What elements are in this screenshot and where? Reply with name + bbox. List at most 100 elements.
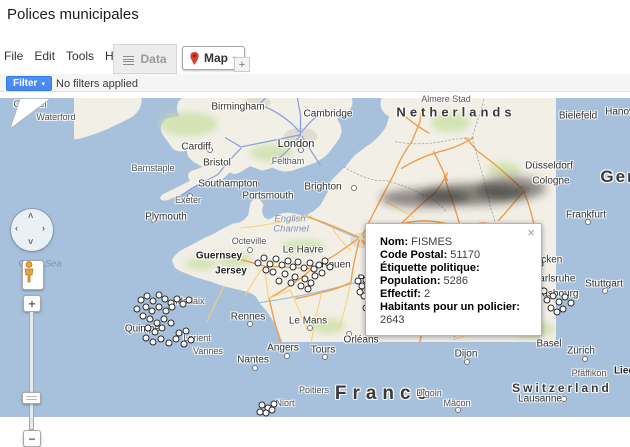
data-point-marker[interactable]: [312, 273, 319, 280]
data-point-marker[interactable]: [147, 316, 154, 323]
zoom-in-button[interactable]: +: [23, 295, 41, 312]
map-label-vannes: Vannes: [193, 346, 223, 356]
data-point-marker[interactable]: [140, 313, 147, 320]
data-point-marker[interactable]: [550, 293, 557, 300]
data-point-marker[interactable]: [288, 280, 295, 287]
menu-item-tools[interactable]: Tools: [66, 49, 94, 63]
data-point-marker[interactable]: [169, 304, 176, 311]
data-point-marker[interactable]: [156, 304, 163, 311]
data-point-marker[interactable]: [181, 341, 188, 348]
close-icon[interactable]: ×: [527, 227, 535, 239]
zoom-slider-handle[interactable]: [22, 392, 41, 404]
menu-item-edit[interactable]: Edit: [34, 49, 55, 63]
map-label-feltham: Feltham: [272, 156, 305, 166]
data-point-marker[interactable]: [149, 308, 156, 315]
map-label-ger: Ger: [600, 167, 630, 187]
data-point-marker[interactable]: [166, 340, 173, 347]
zoom-slider-track[interactable]: [29, 311, 34, 430]
filter-button[interactable]: Filter ▾: [6, 76, 52, 91]
map-label-plymouth: Plymouth: [145, 212, 187, 223]
data-point-marker[interactable]: [159, 325, 166, 332]
map-label-hanover: Hanover: [605, 107, 630, 118]
filter-status-text: No filters applied: [56, 78, 138, 90]
map-label-cardiff: Cardiff: [181, 142, 210, 153]
map-label-almere-stad: Almere Stad: [421, 94, 471, 104]
data-point-marker[interactable]: [355, 278, 362, 285]
data-point-marker[interactable]: [282, 271, 289, 278]
data-point-marker[interactable]: [357, 289, 364, 296]
tab-add-button[interactable]: +: [234, 57, 250, 72]
data-point-marker[interactable]: [295, 259, 302, 266]
data-point-marker[interactable]: [305, 286, 312, 293]
data-point-marker[interactable]: [158, 336, 165, 343]
map-label-bielefeld: Bielefeld: [559, 111, 597, 122]
data-point-marker[interactable]: [263, 267, 270, 274]
map-label-southampton: Southampton: [198, 179, 258, 190]
data-point-marker[interactable]: [150, 298, 157, 305]
pan-up-icon[interactable]: ˄: [28, 211, 33, 221]
pegman-control[interactable]: [22, 260, 44, 290]
map-label-niort: Niort: [275, 398, 294, 408]
info-window-rows: Nom: FISMESCode Postal: 51170Étiquette p…: [380, 236, 533, 327]
zoom-out-button[interactable]: −: [23, 430, 41, 447]
data-point-marker[interactable]: [161, 316, 168, 323]
data-point-marker[interactable]: [188, 337, 195, 344]
map-label-zürich: Zürich: [567, 346, 595, 357]
map-label-birmingham: Birmingham: [211, 102, 264, 113]
map-label-pfäffikon: Pfäffikon: [572, 368, 607, 378]
pan-down-icon[interactable]: ˅: [28, 237, 33, 247]
map-label-portsmouth: Portsmouth: [242, 191, 293, 202]
data-point-marker[interactable]: [257, 409, 264, 416]
chevron-down-icon: ▾: [41, 80, 45, 88]
data-point-marker[interactable]: [255, 260, 262, 267]
data-point-marker[interactable]: [301, 265, 308, 272]
fusion-tables-app: { "header": { "title": "Polices municipa…: [0, 0, 630, 417]
data-point-marker[interactable]: [143, 335, 150, 342]
map-label-dijon: Dijon: [455, 349, 478, 360]
city-dot: [464, 359, 470, 365]
data-point-marker[interactable]: [176, 330, 183, 337]
data-point-marker[interactable]: [568, 300, 575, 307]
data-point-marker[interactable]: [560, 306, 567, 313]
data-point-marker[interactable]: [562, 294, 569, 301]
data-point-marker[interactable]: [183, 328, 190, 335]
map-label-digoin: Digoin: [416, 388, 442, 398]
map-label-channel: Channel: [273, 224, 308, 235]
map-label-orléans: Orléans: [343, 335, 378, 346]
data-point-marker[interactable]: [152, 329, 159, 336]
data-point-marker[interactable]: [298, 283, 305, 290]
data-point-marker[interactable]: [173, 336, 180, 343]
data-point-marker[interactable]: [276, 278, 283, 285]
map-label-guernsey: Guernsey: [196, 251, 242, 262]
data-point-marker[interactable]: [168, 320, 175, 327]
map-label-liech: Liech: [614, 366, 630, 377]
data-list-icon: [123, 55, 134, 64]
info-row: Effectif: 2: [380, 288, 533, 301]
info-row: Population: 5286: [380, 275, 533, 288]
tab-data[interactable]: Data: [113, 44, 177, 74]
map-pin-icon: [190, 52, 199, 65]
data-point-marker[interactable]: [145, 325, 152, 332]
map-label-cambridge: Cambridge: [304, 109, 353, 120]
menu-item-file[interactable]: File: [4, 49, 23, 63]
data-point-marker[interactable]: [261, 255, 268, 262]
tab-map-label: Map: [204, 51, 228, 65]
data-point-marker[interactable]: [150, 339, 157, 346]
city-dot: [247, 247, 253, 253]
pan-right-icon[interactable]: ›: [42, 223, 45, 233]
map-label-rennes: Rennes: [231, 312, 265, 323]
data-point-marker[interactable]: [273, 256, 280, 263]
data-point-marker[interactable]: [186, 297, 193, 304]
data-point-marker[interactable]: [269, 407, 276, 414]
data-point-marker[interactable]: [270, 269, 277, 276]
data-point-marker[interactable]: [134, 306, 141, 313]
data-point-marker[interactable]: [556, 299, 563, 306]
pan-left-icon[interactable]: ‹: [15, 223, 18, 233]
map-canvas[interactable]: NetherlandsGerFranceSwitzerlandBirmingha…: [0, 98, 630, 417]
map-label-london: London: [278, 138, 315, 150]
map-label-le-mans: Le Mans: [289, 316, 327, 327]
info-row: Nom: FISMES: [380, 236, 533, 249]
data-point-marker[interactable]: [327, 264, 334, 271]
pan-control[interactable]: ˄ ˅ ‹ ›: [11, 209, 53, 251]
data-point-marker[interactable]: [319, 270, 326, 277]
